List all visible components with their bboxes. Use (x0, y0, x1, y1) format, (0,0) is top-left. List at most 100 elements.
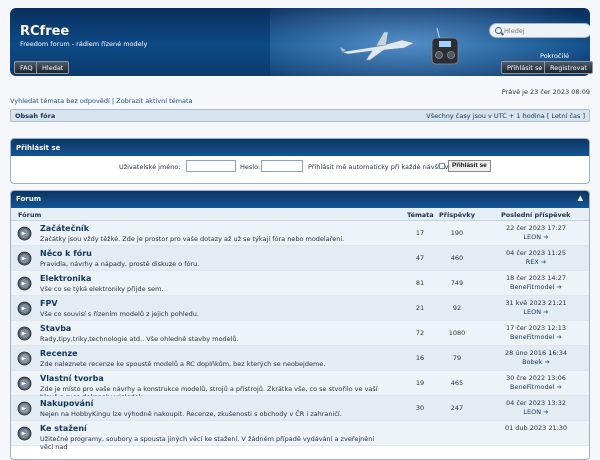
posts-count: 460 (450, 254, 464, 262)
active-topics-link[interactable]: Zobrazit aktivní témata (116, 97, 192, 105)
login-submit-button[interactable]: Přihlásit se (448, 160, 491, 172)
forum-row[interactable]: Stavba Rady,tipy,triky,technologie atd..… (11, 321, 589, 346)
forum-description: Užitečné programy, soubory a spousta jin… (40, 435, 375, 451)
forum-name-link[interactable]: Stavba (40, 324, 71, 333)
forum-row[interactable]: Ke stažení Užitečné programy, soubory a … (11, 421, 589, 451)
forum-column-headers: Fórum Témata Příspěvky Poslední příspěve… (11, 208, 589, 221)
forum-name-link[interactable]: Ke stažení (40, 424, 87, 433)
topics-count: 16 (415, 354, 425, 362)
last-post-author-link[interactable]: BeneFitmodel (510, 333, 554, 341)
forum-description: Vše co se týká elektroniky přijde sem. (40, 285, 164, 293)
topics-count: 47 (415, 254, 425, 262)
timezone-info: Všechny časy jsou v UTC + 1 hodina [ Let… (426, 112, 585, 120)
last-post-date: 22 čer 2023 17:27 (506, 224, 566, 232)
login-panel-header: Přihlásit se (11, 139, 589, 156)
login-button[interactable]: Přihlásit se (501, 61, 549, 74)
view-latest-post-icon[interactable]: ➜ (557, 333, 562, 341)
last-post-author-link[interactable]: LEON (523, 308, 541, 316)
forum-locked-icon (17, 401, 32, 416)
forum-read-icon (17, 226, 32, 241)
collapse-icon[interactable]: ▲ (578, 194, 583, 202)
forum-read-icon (17, 301, 32, 316)
last-post-author-link[interactable]: LEON (523, 233, 541, 241)
forum-panel: Forum ▲ Fórum Témata Příspěvky Poslední … (10, 190, 590, 460)
search-input[interactable] (504, 26, 588, 36)
forum-name-link[interactable]: Elektronika (40, 274, 91, 283)
posts-count: 247 (450, 404, 464, 412)
forum-row[interactable]: Recenze Zde naleznete recenze ke spoustě… (11, 346, 589, 371)
last-post-date: 17 čer 2023 12:13 (506, 324, 566, 332)
posts-count: 92 (452, 304, 462, 312)
forum-panel-header: Forum ▲ (11, 191, 589, 208)
topics-count: 17 (415, 229, 425, 237)
topics-count: 81 (415, 279, 425, 287)
quick-links: Vyhledat témata bez odpovědí | Zobrazit … (10, 97, 193, 105)
forum-row[interactable]: Elektronika Vše co se týká elektroniky p… (11, 271, 589, 296)
search-icon[interactable] (495, 27, 502, 34)
forum-description: Rady,tipy,triky,technologie atd.. Vše oh… (40, 335, 239, 343)
posts-count: 465 (450, 379, 464, 387)
forum-read-icon (17, 376, 32, 391)
forum-name-link[interactable]: Začátečník (40, 224, 89, 233)
login-panel: Přihlásit se Uživatelské jméno: Heslo: P… (10, 138, 590, 184)
login-panel-title[interactable]: Přihlásit se (16, 144, 60, 152)
view-latest-post-icon[interactable]: ➜ (544, 358, 549, 366)
username-label: Uživatelské jméno: (119, 163, 181, 171)
forum-description: Začátky jsou vždy těžké. Zde je prostor … (40, 235, 345, 243)
last-post-date: 18 čer 2023 14:27 (506, 274, 566, 282)
forum-row[interactable]: Vlastní tvorba Zde je místo pro vaše náv… (11, 371, 589, 401)
register-button[interactable]: Registrovat (544, 61, 593, 74)
last-post-author-link[interactable]: BeneFitmodel (510, 283, 554, 291)
last-post-author: LEON ➜ (491, 408, 581, 416)
forum-description: Vše co souvisí s řízením modelů z jejich… (40, 310, 199, 318)
last-post-author-link[interactable]: Bobek (522, 358, 542, 366)
forum-name-link[interactable]: Recenze (40, 349, 78, 358)
forum-row[interactable]: FPV Vše co souvisí s řízením modelů z je… (11, 296, 589, 321)
posts-count: 190 (450, 229, 464, 237)
remember-label: Přihlásit mě automaticky při každé návšt… (308, 163, 453, 171)
forum-name-link[interactable]: Něco k fóru (40, 249, 92, 258)
unanswered-topics-link[interactable]: Vyhledat témata bez odpovědí (10, 97, 110, 105)
forum-name-link[interactable]: Nakupování (40, 399, 93, 408)
board-index-link[interactable]: Obsah fóra (15, 112, 55, 120)
forum-row[interactable]: Něco k fóru Pravidla, návrhy a nápady, p… (11, 246, 589, 271)
posts-count: 1080 (448, 329, 466, 337)
view-latest-post-icon[interactable]: ➜ (557, 283, 562, 291)
topics-count: 30 (415, 404, 425, 412)
forum-name-link[interactable]: Vlastní tvorba (40, 374, 104, 383)
posts-count: 79 (452, 354, 462, 362)
forum-read-icon (17, 276, 32, 291)
view-latest-post-icon[interactable]: ➜ (543, 233, 548, 241)
last-post-author: BeneFitmodel ➜ (491, 283, 581, 291)
jet-illustration (340, 31, 415, 61)
forum-description: Nejen na HobbyKingu lze výhodně nakoupit… (40, 410, 342, 418)
topics-count: 72 (415, 329, 425, 337)
forum-panel-title: Forum (16, 195, 42, 203)
search-button[interactable]: Hledat (36, 61, 70, 74)
site-title[interactable]: RCfree (20, 24, 69, 39)
posts-count: 749 (450, 279, 464, 287)
view-latest-post-icon[interactable]: ➜ (543, 408, 548, 416)
last-post-author-link[interactable]: LEON (523, 408, 541, 416)
last-post-author-link[interactable]: BeneFitmodel (510, 383, 554, 391)
view-latest-post-icon[interactable]: ➜ (541, 258, 546, 266)
breadcrumb: Obsah fóra Všechny časy jsou v UTC + 1 h… (10, 109, 590, 122)
last-post-date: 31 kvě 2023 21:21 (505, 299, 567, 307)
view-latest-post-icon[interactable]: ➜ (557, 383, 562, 391)
last-post-author: LEON ➜ (491, 233, 581, 241)
current-date: Právě je 23 čer 2023 08:09 (501, 88, 590, 96)
remember-checkbox[interactable] (439, 163, 445, 169)
faq-button[interactable]: FAQ (14, 61, 39, 74)
forum-read-icon (17, 251, 32, 266)
password-field[interactable] (261, 160, 303, 172)
last-post-author: LEON ➜ (491, 308, 581, 316)
view-latest-post-icon[interactable]: ➜ (543, 308, 548, 316)
last-post-date: 04 čer 2023 13:32 (506, 399, 566, 407)
last-post-date: 28 úno 2016 16:34 (505, 349, 567, 357)
forum-row[interactable]: Začátečník Začátky jsou vždy těžké. Zde … (11, 221, 589, 246)
username-field[interactable] (186, 160, 236, 172)
forum-name-link[interactable]: FPV (40, 299, 58, 308)
last-post-author-link[interactable]: REX (526, 258, 539, 266)
forum-row[interactable]: Nakupování Nejen na HobbyKingu lze výhod… (11, 396, 589, 421)
last-post-author: Bobek ➜ (491, 358, 581, 366)
